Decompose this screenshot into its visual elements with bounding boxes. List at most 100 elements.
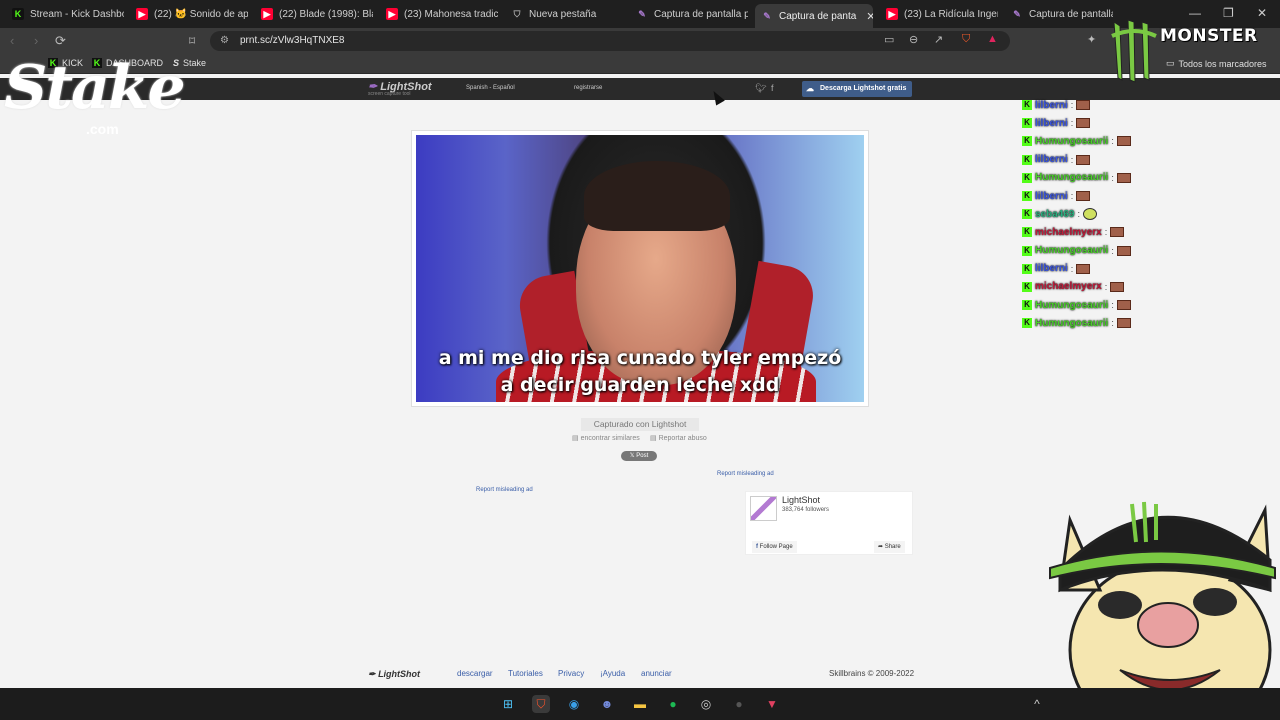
- emote-icon: [1076, 191, 1091, 202]
- extensions-icon[interactable]: ✦: [1087, 33, 1096, 46]
- emote-icon: [1116, 318, 1131, 329]
- twitter-icon[interactable]: 🐦︎: [755, 83, 766, 94]
- footer-link-tutorials[interactable]: Tutoriales: [508, 669, 543, 678]
- find-similar-label: encontrar similares: [580, 435, 640, 442]
- chat-separator: :: [1104, 227, 1108, 238]
- screenshot-image[interactable]: a mi me dio risa cunado tyler empezó a d…: [416, 135, 864, 402]
- reload-icon[interactable]: ⟳: [55, 33, 66, 49]
- chat-separator: :: [1111, 300, 1114, 311]
- monster-claw-logo: [1111, 19, 1157, 83]
- footer-logo-text: LightShot: [378, 669, 421, 679]
- footer-logo[interactable]: ✒ LightShot: [368, 669, 420, 680]
- chat-username: michaelmyerx: [1035, 226, 1102, 238]
- brave-browser-icon[interactable]: ⛉: [532, 695, 550, 713]
- chat-username: Humungosaurii: [1035, 299, 1109, 311]
- tab-kick-dashboard[interactable]: K Stream - Kick Dashbo: [6, 4, 124, 24]
- lightshot-logo[interactable]: ✒ LightShot screen capture tool: [368, 80, 432, 97]
- tab-lightshot-2[interactable]: ✎ Captura de pantalla p: [1005, 4, 1113, 24]
- tab-label: Captura de panta: [779, 10, 857, 22]
- download-button[interactable]: ☁ Descarga Lightshot gratis: [802, 81, 912, 97]
- tab-lightshot-1[interactable]: ✎ Captura de pantalla p: [630, 4, 748, 24]
- site-info-icon[interactable]: ⚙: [220, 31, 229, 51]
- facebook-icon[interactable]: f: [771, 83, 774, 93]
- emote-icon: [1076, 100, 1091, 111]
- facebook-icon: f: [756, 544, 758, 550]
- obs-icon[interactable]: ◎: [697, 695, 715, 713]
- back-icon[interactable]: ‹: [10, 33, 14, 49]
- discord-icon[interactable]: ☻: [598, 695, 616, 713]
- chat-message: K Humungosaurii:: [1022, 169, 1162, 187]
- report-ad-link-right[interactable]: Report misleading ad: [717, 471, 774, 477]
- app-icon[interactable]: ●: [730, 695, 748, 713]
- bookmarks-bar: K KICK K DASHBOARD S Stake ▭ Todos los m…: [0, 54, 1280, 74]
- close-window-icon[interactable]: ✕: [1257, 6, 1267, 20]
- windows-start-icon[interactable]: ⊞: [499, 695, 517, 713]
- register-link[interactable]: registrarse: [574, 85, 602, 91]
- chat-username: lilberni: [1035, 99, 1068, 111]
- tab-youtube-4[interactable]: ▶ (23) La Ridícula Ingen: [880, 4, 998, 24]
- footer-copyright: Skillbrains © 2009-2022: [829, 669, 915, 678]
- edge-icon[interactable]: ◉: [565, 695, 583, 713]
- tab-label: Stream - Kick Dashbo: [30, 8, 124, 20]
- kick-badge-icon: K: [1022, 136, 1032, 147]
- kick-badge-icon: K: [1022, 154, 1032, 165]
- follow-page-button[interactable]: f Follow Page: [752, 541, 797, 553]
- lightshot-page-avatar[interactable]: [750, 496, 777, 521]
- tab-lightshot-active[interactable]: ✎ Captura de panta ✕: [755, 4, 873, 28]
- maximize-icon[interactable]: ❐: [1223, 6, 1234, 20]
- cast-icon[interactable]: ▭: [884, 33, 894, 46]
- chat-separator: :: [1111, 318, 1114, 329]
- find-similar-link[interactable]: ▤ encontrar similares: [572, 434, 640, 442]
- footer-link-download[interactable]: descargar: [457, 669, 493, 678]
- x-post-button[interactable]: 𝕏 Post: [621, 451, 657, 461]
- chat-message: Klilberni:: [1022, 96, 1162, 114]
- report-ad-link-left[interactable]: Report misleading ad: [476, 487, 533, 493]
- image-icon: ▤: [572, 435, 579, 442]
- footer-link-privacy[interactable]: Privacy: [558, 669, 584, 678]
- kick-badge-icon: K: [1022, 100, 1032, 111]
- emote-icon: [1110, 281, 1125, 292]
- footer-link-help[interactable]: ¡Ayuda: [600, 669, 625, 678]
- share-icon: ➦: [878, 544, 884, 550]
- minimize-icon[interactable]: —: [1189, 6, 1201, 20]
- spotify-icon[interactable]: ●: [664, 695, 682, 713]
- fb-followers: 383,764 followers: [782, 507, 830, 513]
- emote-icon: [1083, 208, 1097, 221]
- feather-icon: ✒: [368, 669, 376, 679]
- youtube-icon: ▶: [886, 8, 898, 20]
- tab-youtube-3[interactable]: ▶ (23) Mahonesa tradic: [380, 4, 498, 24]
- close-icon[interactable]: ✕: [866, 10, 873, 23]
- brave-rewards-icon[interactable]: ▲: [987, 33, 998, 45]
- language-select[interactable]: Spanish - Español: [466, 85, 515, 91]
- brave-shield-icon: ⛉: [513, 9, 521, 19]
- zoom-icon[interactable]: ⊖: [909, 33, 918, 46]
- chevron-up-icon[interactable]: ^: [1028, 695, 1046, 713]
- chat-username: lilberni: [1035, 154, 1068, 166]
- tab-label: (22) 🐱 Sonido de ap: [154, 8, 248, 20]
- chat-separator: :: [1111, 136, 1114, 147]
- share-button[interactable]: ➦ Share: [874, 541, 905, 553]
- tab-youtube-2[interactable]: ▶ (22) Blade (1998): Bla: [255, 4, 373, 24]
- kick-badge-icon: K: [1022, 245, 1032, 256]
- tab-label: Nueva pestaña: [529, 8, 597, 20]
- tab-new-tab[interactable]: ⛉ Nueva pestaña: [505, 4, 623, 24]
- windows-taskbar: ⊞ ⛉ ◉ ☻ ▬ ● ◎ ● ▼ ^: [0, 688, 1280, 720]
- kick-icon: K: [12, 8, 24, 20]
- bookmark-icon[interactable]: ⌑: [189, 33, 195, 49]
- chat-separator: :: [1070, 118, 1074, 129]
- tab-youtube-1[interactable]: ▶ (22) 🐱 Sonido de ap: [130, 4, 248, 24]
- chat-overlay: Klilberni: Klilberni: K Humungosaurii: Klilb…: [1022, 96, 1162, 332]
- report-abuse-link[interactable]: ▤ Reportar abuso: [650, 434, 707, 442]
- lightshot-icon: ✎: [763, 11, 771, 21]
- chat-username: Humungosaurii: [1035, 172, 1109, 184]
- all-bookmarks[interactable]: ▭ Todos los marcadores: [1166, 58, 1267, 69]
- footer-link-advertise[interactable]: anunciar: [641, 669, 672, 678]
- brave-shields-icon[interactable]: ⛉: [962, 33, 970, 46]
- kick-badge-icon: K: [1022, 318, 1032, 329]
- share-icon[interactable]: ↗: [934, 33, 943, 46]
- chat-message: K Humungosaurii:: [1022, 314, 1162, 332]
- fb-page-name[interactable]: LightShot: [782, 495, 820, 505]
- brave-nightly-icon[interactable]: ▼: [763, 695, 781, 713]
- file-explorer-icon[interactable]: ▬: [631, 695, 649, 713]
- forward-icon[interactable]: ›: [34, 33, 38, 49]
